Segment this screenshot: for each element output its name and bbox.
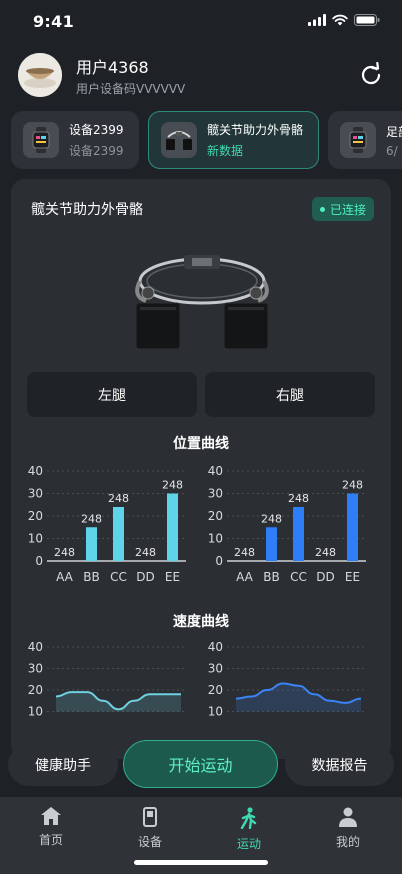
data-label: 248 [342, 479, 363, 492]
data-label: 248 [108, 492, 129, 505]
home-indicator [134, 860, 268, 865]
bar [113, 507, 124, 561]
device-subtitle: 6/ [386, 143, 398, 158]
start-exercise-button[interactable]: 开始运动 [123, 740, 278, 788]
bar [347, 493, 358, 561]
area-fill [236, 683, 361, 712]
status-dot-icon [319, 206, 325, 212]
y-tick-label: 30 [208, 662, 223, 676]
left-leg-button[interactable]: 左腿 [27, 372, 197, 417]
x-tick-label: DD [136, 570, 154, 584]
speed-line-chart-right: 10 20 30 40 [208, 640, 366, 719]
tab-label: 首页 [38, 833, 63, 847]
data-label: 248 [288, 492, 309, 505]
data-label: 248 [135, 546, 156, 559]
speed-curve-title: 速度曲线 [173, 614, 229, 630]
exoskeleton-image [135, 255, 269, 350]
device-subtitle: 设备2399 [69, 144, 124, 158]
position-bar-chart-right: 0 10 20 30 40 248 AA 248 BB 248 CC 248 DD 248 EE [208, 464, 366, 584]
data-report-button[interactable]: 数据报告 [285, 744, 394, 786]
avatar[interactable] [18, 53, 62, 97]
y-tick-label: 10 [208, 705, 223, 719]
position-charts: 0 10 20 30 40 248 AA 248 BB 248 CC 248 DD 248 EE 0 10 20… [28, 464, 366, 584]
y-tick-label: 0 [35, 554, 43, 568]
y-tick-label: 40 [208, 640, 223, 654]
bar [293, 507, 304, 561]
y-tick-label: 10 [28, 705, 43, 719]
data-label: 248 [261, 512, 282, 525]
x-tick-label: CC [290, 570, 307, 584]
x-tick-label: CC [110, 570, 127, 584]
y-tick-label: 30 [208, 487, 223, 501]
position-bar-chart-left: 0 10 20 30 40 248 AA 248 BB 248 CC 248 DD 248 EE [28, 464, 186, 584]
data-label: 248 [315, 546, 336, 559]
connection-status-label: 已连接 [329, 202, 366, 217]
data-label: 248 [234, 546, 255, 559]
wifi-icon [332, 14, 348, 26]
y-tick-label: 20 [28, 509, 43, 523]
device-name: 足部 [386, 124, 402, 139]
connection-status-badge: 已连接 [311, 197, 374, 221]
tab-device[interactable]: 设备 [110, 807, 190, 850]
x-tick-label: EE [345, 570, 360, 584]
user-device-code: 用户设备码VVVVVV [76, 82, 186, 96]
home-icon [41, 807, 61, 825]
smartwatch-icon [23, 122, 59, 158]
user-name: 用户4368 [76, 58, 149, 77]
data-label: 248 [81, 512, 102, 525]
tab-label: 我的 [335, 835, 360, 849]
cellular-signal-icon [308, 14, 326, 26]
y-tick-label: 30 [28, 487, 43, 501]
tab-label: 运动 [236, 837, 261, 851]
y-tick-label: 40 [208, 464, 223, 478]
x-tick-label: DD [316, 570, 334, 584]
y-tick-label: 0 [215, 554, 223, 568]
tab-exercise[interactable]: 运动 [209, 807, 289, 852]
x-tick-label: EE [165, 570, 180, 584]
position-curve-title: 位置曲线 [173, 436, 229, 452]
device-subtitle: 新数据 [207, 144, 244, 158]
data-label: 248 [162, 479, 183, 492]
x-tick-label: AA [56, 570, 74, 584]
panel-title: 髋关节助力外骨骼 [31, 202, 143, 218]
device-card-3[interactable]: 足部 6/ [328, 111, 402, 169]
y-tick-label: 10 [28, 532, 43, 546]
y-tick-label: 40 [28, 464, 43, 478]
profile-icon [339, 807, 357, 827]
health-assistant-button[interactable]: 健康助手 [8, 744, 118, 786]
refresh-icon[interactable] [358, 61, 384, 88]
tab-label: 设备 [137, 835, 162, 849]
right-leg-button[interactable]: 右腿 [205, 372, 375, 417]
x-tick-label: BB [83, 570, 99, 584]
y-tick-label: 20 [28, 683, 43, 697]
device-name: 设备2399 [69, 123, 124, 137]
status-indicators [308, 14, 380, 26]
y-tick-label: 30 [28, 662, 43, 676]
x-tick-label: AA [236, 570, 254, 584]
y-tick-label: 10 [208, 532, 223, 546]
status-time: 9:41 [33, 12, 74, 31]
exoskeleton-icon [161, 122, 197, 158]
device-card-1[interactable]: 设备2399 设备2399 [11, 111, 139, 169]
bar [86, 527, 97, 561]
device-name: 髋关节助力外骨骼 [207, 123, 304, 137]
device-detail-panel: 髋关节助力外骨骼 已连接 左腿 右腿 位置曲线 0 10 20 30 40 248 AA 24… [11, 179, 391, 759]
x-tick-label: BB [263, 570, 279, 584]
tab-profile[interactable]: 我的 [308, 807, 388, 850]
data-label: 248 [54, 546, 75, 559]
bar [266, 527, 277, 561]
walking-icon [240, 807, 257, 829]
y-tick-label: 20 [208, 683, 223, 697]
tab-home[interactable]: 首页 [11, 807, 91, 848]
smartwatch-icon [340, 122, 376, 158]
y-tick-label: 40 [28, 640, 43, 654]
battery-icon [354, 14, 380, 26]
bar [167, 493, 178, 561]
device-icon [143, 807, 157, 827]
device-card-2-selected[interactable]: 髋关节助力外骨骼 新数据 [148, 111, 319, 169]
y-tick-label: 20 [208, 509, 223, 523]
speed-line-chart-left: 10 20 30 40 [28, 640, 186, 719]
